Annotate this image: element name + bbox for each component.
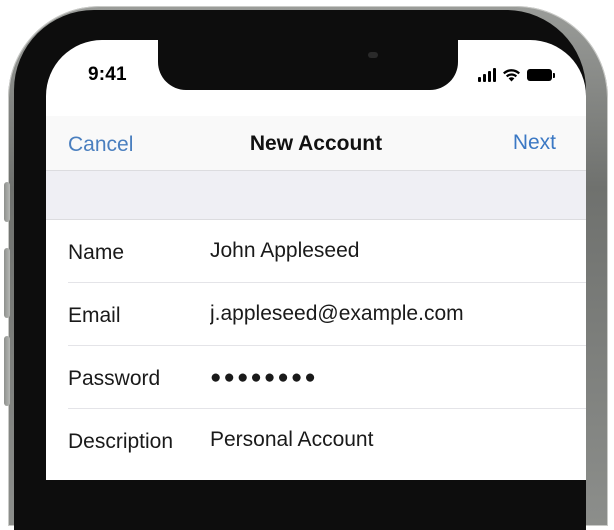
phone-screen: 9:41 Cancel New Account Next Name Email … <box>46 40 586 480</box>
phone-side-button <box>4 336 10 406</box>
name-label: Name <box>68 241 125 264</box>
status-icons <box>478 64 555 82</box>
status-time: 9:41 <box>88 64 127 85</box>
form-row-email: Email <box>46 283 586 346</box>
account-form: Name Email Password ●●●●●●●● Description <box>46 220 586 472</box>
description-label: Description <box>68 430 174 453</box>
page-title: New Account <box>249 132 383 155</box>
email-label: Email <box>68 304 121 327</box>
password-label: Password <box>68 367 161 390</box>
front-camera <box>368 52 378 58</box>
section-separator <box>46 171 586 220</box>
navigation-bar: Cancel New Account Next <box>46 116 586 171</box>
phone-side-button <box>4 248 10 318</box>
description-field[interactable] <box>210 428 570 452</box>
form-row-name: Name <box>46 220 586 283</box>
email-field[interactable] <box>210 302 570 326</box>
wifi-icon <box>503 69 520 82</box>
form-row-description: Description <box>46 409 586 472</box>
password-field[interactable]: ●●●●●●●● <box>210 367 570 389</box>
signal-icon <box>478 68 496 82</box>
notch <box>158 40 458 90</box>
name-field[interactable] <box>210 239 570 263</box>
next-button[interactable]: Next <box>513 131 556 155</box>
form-row-password: Password ●●●●●●●● <box>46 346 586 409</box>
phone-side-button <box>4 182 10 222</box>
battery-icon <box>527 69 555 81</box>
